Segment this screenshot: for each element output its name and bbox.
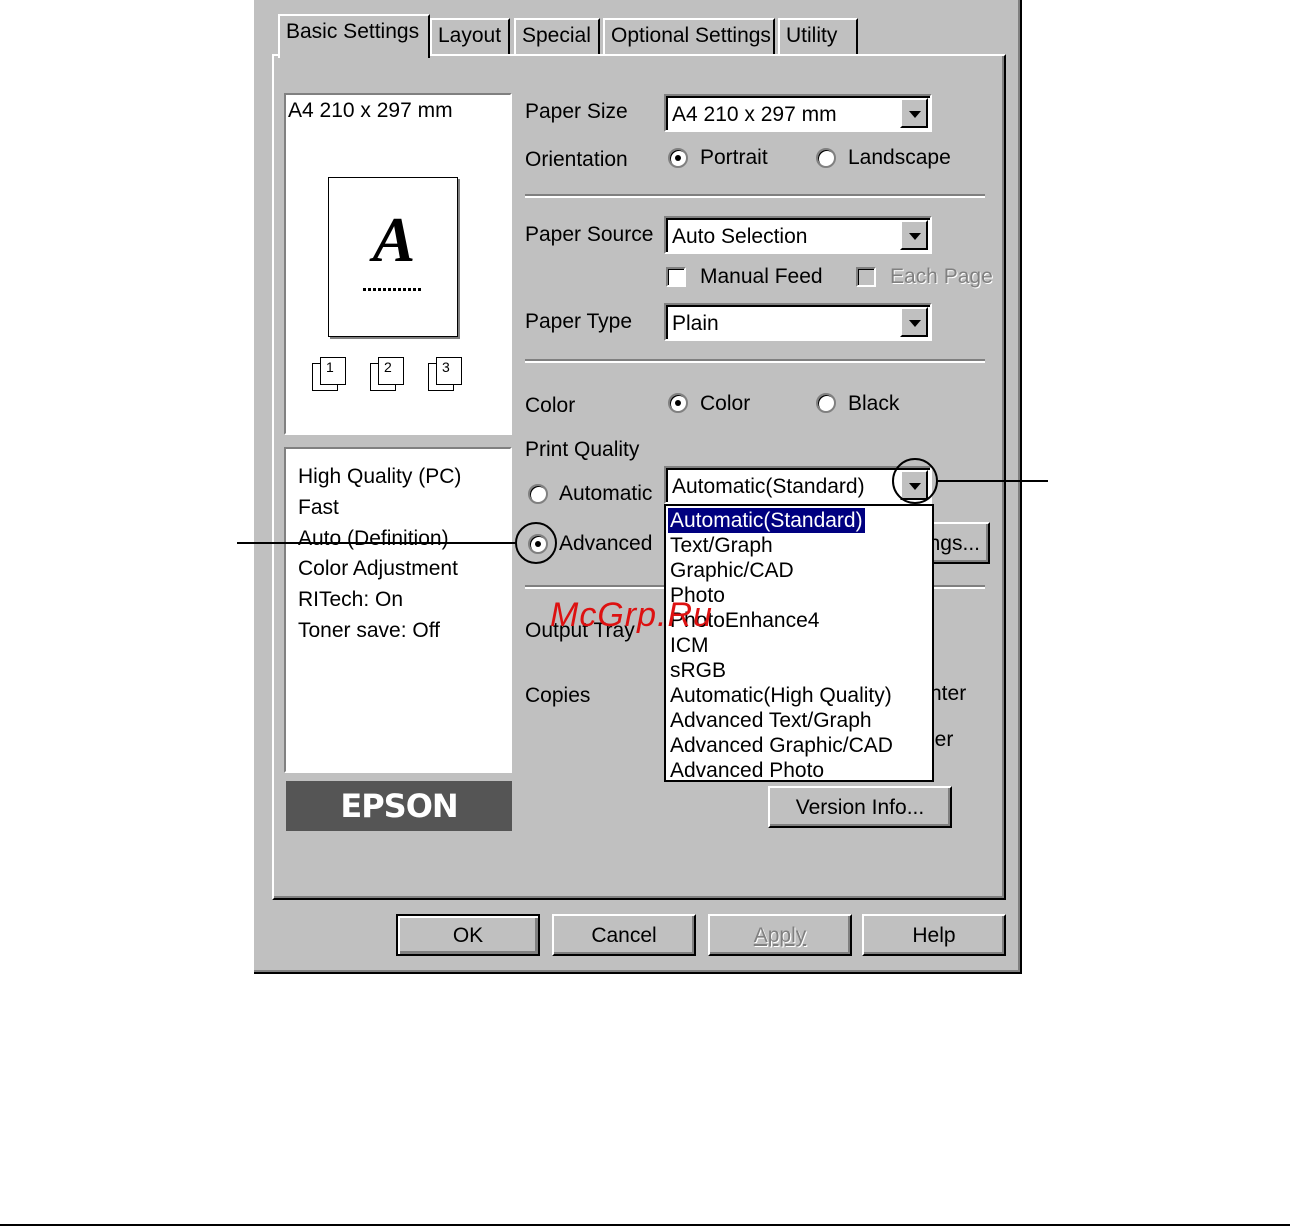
tab-label: Optional Settings bbox=[611, 24, 771, 47]
paper-size-combo[interactable]: A4 210 x 297 mm bbox=[664, 94, 932, 132]
page-thumbnail: A bbox=[328, 177, 458, 337]
help-button[interactable]: Help bbox=[862, 914, 1006, 956]
dropdown-option[interactable]: Automatic(Standard) bbox=[667, 507, 866, 534]
tab-label: Layout bbox=[438, 24, 502, 47]
portrait-label[interactable]: Portrait bbox=[700, 146, 768, 170]
callout-circle-dropdown-arrow bbox=[892, 458, 938, 504]
each-page-checkbox bbox=[856, 267, 876, 287]
summary-item: RITech: On bbox=[298, 588, 404, 611]
collate-page-2-icon: 2 bbox=[370, 357, 406, 391]
ok-label: OK bbox=[452, 924, 484, 947]
tab-basic-settings[interactable]: Basic Settings bbox=[278, 14, 430, 58]
dropdown-option[interactable]: Text/Graph bbox=[670, 533, 773, 558]
apply-label: Apply bbox=[753, 924, 807, 947]
more-settings-label: ngs... bbox=[928, 532, 980, 555]
tab-label: Utility bbox=[786, 24, 838, 47]
page-glyph: A bbox=[372, 204, 416, 275]
tab-special[interactable]: Special bbox=[514, 18, 600, 56]
page-footer-rule bbox=[0, 1224, 1290, 1226]
copies-label: Copies bbox=[525, 684, 591, 707]
summary-item: Fast bbox=[298, 496, 339, 519]
each-page-label: Each Page bbox=[890, 265, 993, 288]
chevron-down-icon[interactable] bbox=[900, 98, 928, 128]
separator bbox=[525, 194, 985, 198]
landscape-label[interactable]: Landscape bbox=[848, 146, 951, 170]
callout-line-dropdown-arrow bbox=[938, 480, 1048, 482]
dropdown-option[interactable]: Advanced Photo bbox=[670, 758, 824, 783]
callout-line-advanced-radio bbox=[237, 542, 517, 544]
paper-size-value: A4 210 x 297 mm bbox=[672, 103, 837, 126]
watermark-text: McGrp.Ru bbox=[550, 596, 713, 634]
paper-source-combo[interactable]: Auto Selection bbox=[664, 216, 932, 254]
dropdown-option[interactable]: Graphic/CAD bbox=[670, 558, 794, 583]
paper-type-combo[interactable]: Plain bbox=[664, 303, 932, 341]
print-quality-label: Print Quality bbox=[525, 438, 640, 461]
automatic-radio[interactable] bbox=[528, 484, 548, 504]
paper-source-value: Auto Selection bbox=[672, 225, 808, 248]
copies-option-partial-1: nter bbox=[930, 682, 967, 705]
settings-summary: High Quality (PC) Fast Auto (Definition)… bbox=[284, 447, 512, 773]
dropdown-option[interactable]: Advanced Text/Graph bbox=[670, 708, 872, 733]
black-option-label[interactable]: Black bbox=[848, 392, 899, 416]
dropdown-option[interactable]: Advanced Graphic/CAD bbox=[670, 733, 893, 758]
cancel-button[interactable]: Cancel bbox=[552, 914, 696, 956]
manual-feed-label[interactable]: Manual Feed bbox=[700, 265, 823, 289]
print-quality-dropdown[interactable]: Automatic(Standard) Text/Graph Graphic/C… bbox=[664, 504, 934, 782]
advanced-label[interactable]: Advanced bbox=[559, 532, 652, 556]
cancel-label: Cancel bbox=[591, 924, 657, 947]
collate-page-3-icon: 3 bbox=[428, 357, 464, 391]
tab-label: Basic Settings bbox=[286, 20, 420, 43]
separator bbox=[525, 359, 985, 363]
version-info-button[interactable]: Version Info... bbox=[768, 786, 952, 828]
portrait-radio[interactable] bbox=[668, 148, 688, 168]
paper-type-value: Plain bbox=[672, 312, 719, 335]
dropdown-option[interactable]: sRGB bbox=[670, 658, 726, 683]
paper-size-label: Paper Size bbox=[525, 100, 628, 123]
apply-button: Apply bbox=[708, 914, 852, 956]
tab-optional-settings[interactable]: Optional Settings bbox=[603, 18, 775, 56]
color-option-label[interactable]: Color bbox=[700, 392, 750, 416]
chevron-down-icon[interactable] bbox=[900, 220, 928, 250]
epson-logo: EPSON bbox=[286, 781, 512, 831]
collate-page-1-icon: 1 bbox=[312, 357, 348, 391]
dropdown-option[interactable]: ICM bbox=[670, 633, 709, 658]
landscape-radio[interactable] bbox=[816, 148, 836, 168]
automatic-label[interactable]: Automatic bbox=[559, 482, 652, 506]
tab-layout[interactable]: Layout bbox=[430, 18, 510, 56]
preview-paper-label: A4 210 x 297 mm bbox=[288, 99, 453, 122]
version-info-label: Version Info... bbox=[795, 796, 925, 819]
chevron-down-icon[interactable] bbox=[900, 307, 928, 337]
summary-item: Auto (Definition) bbox=[298, 527, 449, 550]
color-label: Color bbox=[525, 394, 576, 417]
black-radio[interactable] bbox=[816, 393, 836, 413]
tab-label: Special bbox=[522, 24, 591, 47]
dropdown-option[interactable]: Automatic(High Quality) bbox=[670, 683, 892, 708]
paper-type-label: Paper Type bbox=[525, 310, 633, 333]
orientation-label: Orientation bbox=[525, 148, 628, 171]
paper-preview: A4 210 x 297 mm A 1 2 3 bbox=[284, 93, 512, 435]
print-quality-value: Automatic(Standard) bbox=[672, 475, 865, 498]
color-radio[interactable] bbox=[668, 393, 688, 413]
callout-circle-advanced-radio bbox=[515, 522, 557, 564]
page-text-lines bbox=[363, 288, 423, 291]
summary-item: Toner save: Off bbox=[298, 619, 441, 642]
summary-item: High Quality (PC) bbox=[298, 465, 462, 488]
manual-feed-checkbox[interactable] bbox=[666, 267, 686, 287]
tab-utility[interactable]: Utility bbox=[778, 18, 858, 56]
paper-source-label: Paper Source bbox=[525, 223, 654, 246]
summary-item: Color Adjustment bbox=[298, 557, 458, 580]
ok-button[interactable]: OK bbox=[396, 914, 540, 956]
help-label: Help bbox=[912, 924, 956, 947]
